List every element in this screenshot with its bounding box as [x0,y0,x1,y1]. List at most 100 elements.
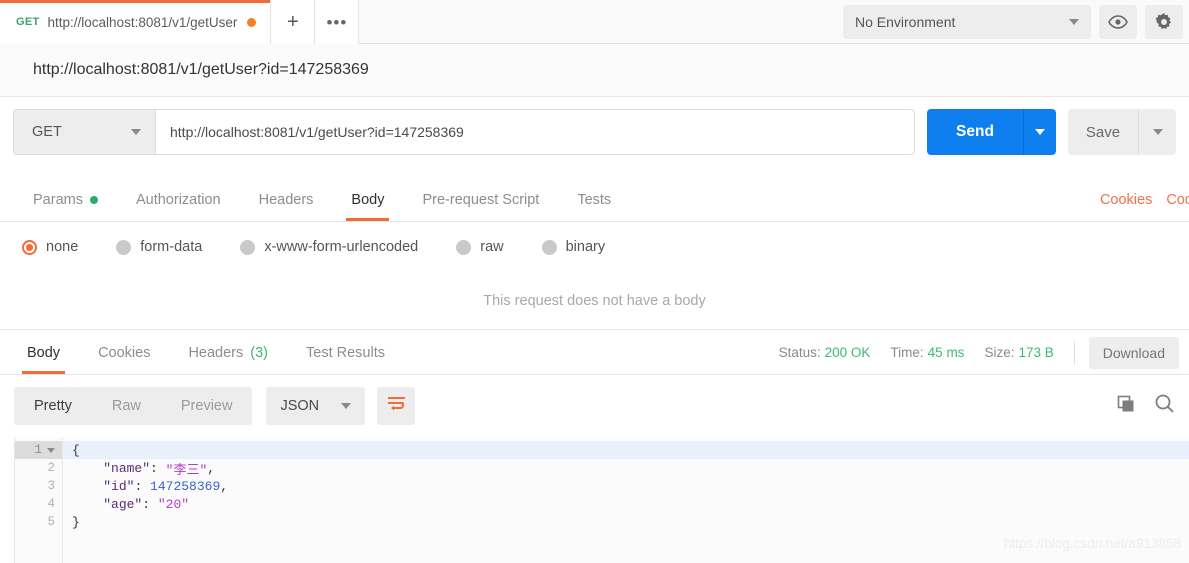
body-type-form-data-label: form-data [140,239,203,255]
body-type-urlencoded-label: x-www-form-urlencoded [264,239,419,255]
line-number: 2 [15,459,62,477]
size-label: Size: [984,345,1015,360]
size-badge: Size: 173 B [984,345,1053,360]
gear-icon [1154,12,1174,32]
settings-button[interactable] [1145,4,1183,39]
line-number: 3 [15,477,62,495]
code-token: 147258369 [150,478,221,494]
tab-pre-request-script[interactable]: Pre-request Script [403,178,558,221]
request-tab-url: http://localhost:8081/v1/getUser [47,14,238,30]
fold-triangle-icon[interactable] [47,447,55,453]
code-token: } [72,514,80,530]
environment-selected-label: No Environment [855,13,956,30]
copy-icon [1116,395,1136,418]
response-view-toggle: Pretty Raw Preview [14,387,253,425]
send-button[interactable]: Send [927,109,1023,155]
response-tab-body-label: Body [27,344,61,361]
body-type-raw-label: raw [480,239,504,255]
url-input[interactable]: http://localhost:8081/v1/getUser?id=1472… [155,109,915,155]
cookies-link[interactable]: Cookies [1100,192,1152,208]
url-input-value: http://localhost:8081/v1/getUser?id=1472… [170,124,464,140]
response-tab-headers-label: Headers [188,344,244,361]
radio-form-data-icon [116,239,132,255]
line-number-text: 1 [34,443,42,457]
response-tab-cookies[interactable]: Cookies [79,331,169,374]
tab-options-button[interactable]: ••• [315,0,360,44]
divider [1073,340,1075,365]
view-pretty[interactable]: Pretty [14,387,92,425]
size-value: 173 B [1018,345,1054,360]
line-number-text: 3 [47,479,55,493]
radio-binary-icon [541,239,557,255]
code-token: : [142,496,158,512]
radio-urlencoded-icon [240,239,256,255]
topbar-spacer [359,0,843,43]
search-button[interactable] [1154,393,1175,419]
tab-headers[interactable]: Headers [240,178,333,221]
tab-pre-request-script-label: Pre-request Script [422,191,540,208]
code-token: : [134,478,151,494]
status-badge: Status: 200 OK [779,345,871,360]
environment-selector[interactable]: No Environment [843,4,1091,39]
radio-raw-icon [456,239,472,255]
watermark: https://blog.csdn.net/a913858 [1003,536,1181,551]
response-language-selector[interactable]: JSON [266,387,366,425]
url-row: GET http://localhost:8081/v1/getUser?id=… [0,97,1189,167]
code-left-rail [0,437,14,563]
line-number: 5 [15,513,62,531]
time-label: Time: [890,345,924,360]
request-tab[interactable]: GET http://localhost:8081/v1/getUser [0,0,272,44]
tab-authorization-label: Authorization [135,191,221,208]
code-token: "age" [103,496,143,512]
code-link[interactable]: Code [1166,192,1189,208]
response-tab-body[interactable]: Body [8,331,79,374]
environment-quick-look-button[interactable] [1099,4,1137,39]
body-type-binary[interactable]: binary [541,239,606,255]
chevron-down-icon [1069,18,1079,25]
params-indicator-dot-icon [89,195,98,204]
chevron-down-icon [1152,129,1163,135]
download-button[interactable]: Download [1088,336,1179,369]
tab-tests-label: Tests [577,191,612,208]
status-label: Status: [778,345,821,360]
copy-button[interactable] [1116,394,1136,419]
save-group: Save [1068,109,1176,155]
body-type-binary-label: binary [565,239,606,255]
view-raw[interactable]: Raw [92,387,161,425]
line-number-text: 4 [47,497,55,511]
save-button[interactable]: Save [1068,109,1138,155]
response-tab-headers[interactable]: Headers (3) [169,331,287,374]
send-group: Send [927,109,1056,155]
save-options-button[interactable] [1138,109,1176,155]
new-tab-button[interactable]: + [271,0,316,44]
body-type-none[interactable]: none [22,239,78,255]
body-type-raw[interactable]: raw [456,239,504,255]
top-bar: GET http://localhost:8081/v1/getUser + •… [0,0,1189,44]
code-token: "id" [103,478,135,494]
http-method-selector[interactable]: GET [13,109,155,155]
time-badge: Time: 45 ms [890,345,964,360]
response-tab-cookies-label: Cookies [98,344,151,361]
tab-body-label: Body [351,191,385,208]
eye-icon [1108,14,1128,29]
tab-authorization[interactable]: Authorization [117,178,240,221]
send-options-button[interactable] [1023,109,1056,155]
response-tab-test-results[interactable]: Test Results [287,331,404,374]
line-number[interactable]: 1 [15,441,62,459]
code-line: "name": "李三", [63,459,1189,478]
tab-params[interactable]: Params [14,178,117,221]
body-type-urlencoded[interactable]: x-www-form-urlencoded [240,239,418,255]
tab-body[interactable]: Body [332,178,403,221]
tab-tests[interactable]: Tests [558,178,630,221]
word-wrap-button[interactable] [377,387,416,425]
request-tab-strip: GET http://localhost:8081/v1/getUser + •… [0,0,360,44]
view-preview[interactable]: Preview [161,387,253,425]
page-title: http://localhost:8081/v1/getUser?id=1472… [33,61,369,78]
empty-body-message: This request does not have a body [0,272,1189,330]
body-type-form-data[interactable]: form-data [116,239,202,255]
request-tab-method: GET [16,16,40,28]
environment-area: No Environment [843,0,1189,43]
